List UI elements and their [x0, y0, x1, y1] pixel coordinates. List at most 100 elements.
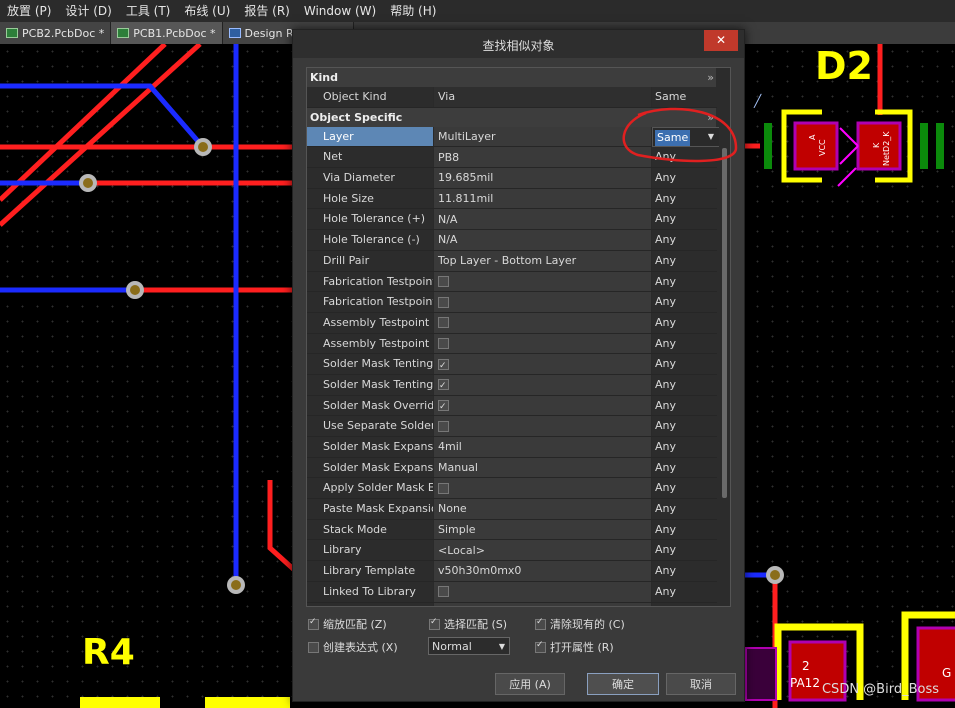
- tab-pcb1[interactable]: PCB1.PcbDoc *: [111, 22, 223, 44]
- property-checkbox: [438, 398, 449, 415]
- property-row[interactable]: Solder Mask Tenting - BAny: [307, 374, 717, 396]
- select-matching-label: 选择匹配 (S): [444, 618, 508, 631]
- match-option[interactable]: Any: [651, 168, 721, 188]
- mask-mode-select[interactable]: Normal ▼: [428, 637, 510, 655]
- open-properties-checkbox[interactable]: [535, 640, 546, 653]
- property-row[interactable]: Stack Mode Simple Any: [307, 519, 717, 541]
- match-option[interactable]: Any: [651, 540, 721, 561]
- match-option[interactable]: Any: [651, 416, 721, 436]
- property-value: [433, 395, 651, 416]
- tab-label: PCB2.PcbDoc *: [22, 26, 105, 40]
- property-row[interactable]: Solder Mask Expansion4milAny: [307, 437, 717, 458]
- close-button[interactable]: ✕: [704, 30, 738, 51]
- property-row[interactable]: Library Template v50h30m0mx0 Any: [307, 561, 717, 582]
- menu-tools[interactable]: 工具 (T): [119, 0, 178, 22]
- property-row[interactable]: Solder Mask OverrideAny: [307, 395, 717, 417]
- property-name: Net: [323, 150, 343, 164]
- match-option[interactable]: Any: [651, 457, 721, 478]
- red-annotation-circle: [622, 107, 738, 163]
- property-row[interactable]: Assembly Testpoint - ToAny: [307, 312, 717, 334]
- property-row[interactable]: Solder Mask ExpansionManualAny: [307, 457, 717, 479]
- match-option[interactable]: Any: [651, 230, 721, 250]
- scrollbar-thumb[interactable]: [722, 148, 727, 498]
- property-row[interactable]: Drill Pair Top Layer - Bottom Layer Any: [307, 250, 717, 272]
- property-name: Fabrication Testpoint - B: [323, 295, 433, 309]
- match-option[interactable]: Any: [651, 188, 721, 209]
- property-row[interactable]: Hole Tolerance (+) N/A Any: [307, 209, 717, 231]
- clear-existing-checkbox[interactable]: [535, 617, 546, 630]
- open-properties-option[interactable]: 打开属性 (R): [535, 639, 614, 655]
- match-option[interactable]: Any: [651, 271, 721, 292]
- open-properties-label: 打开属性 (R): [550, 641, 614, 654]
- match-option[interactable]: Any: [651, 209, 721, 230]
- match-option[interactable]: Any: [651, 499, 721, 519]
- property-name: Hole Tolerance (+): [323, 212, 426, 226]
- property-checkbox: [438, 275, 449, 287]
- match-option[interactable]: Any: [651, 333, 721, 354]
- create-expression-option[interactable]: 创建表达式 (X): [308, 639, 398, 655]
- match-option[interactable]: Any: [651, 374, 721, 395]
- match-option[interactable]: Any: [651, 561, 721, 581]
- property-value: [433, 478, 651, 499]
- property-checkbox: [438, 357, 449, 374]
- ok-button[interactable]: 确定: [587, 673, 659, 695]
- match-option[interactable]: Any: [651, 250, 721, 271]
- property-row[interactable]: Hole Tolerance (-) N/A Any: [307, 230, 717, 251]
- select-matching-checkbox[interactable]: [429, 617, 440, 630]
- section-kind[interactable]: Kind »: [307, 68, 716, 87]
- property-value: [433, 354, 651, 374]
- match-option[interactable]: Any: [651, 519, 721, 540]
- property-row[interactable]: Solder Mask Tenting - TAny: [307, 354, 717, 375]
- zoom-matching-checkbox[interactable]: [308, 617, 319, 630]
- collapse-icon[interactable]: »: [707, 68, 714, 87]
- property-row[interactable]: Custom Thermal ReliefAny: [307, 602, 717, 606]
- match-option[interactable]: Any: [651, 395, 721, 416]
- property-row[interactable]: Apply Solder Mask ExpaAny: [307, 478, 717, 500]
- menu-help[interactable]: 帮助 (H): [383, 0, 443, 22]
- menu-design[interactable]: 设计 (D): [58, 0, 118, 22]
- property-checkbox: [438, 296, 449, 308]
- apply-button[interactable]: 应用 (A): [495, 673, 565, 695]
- property-row[interactable]: Library <Local> Any: [307, 540, 717, 562]
- dialog-titlebar[interactable]: 查找相似对象 ✕: [293, 30, 744, 58]
- menu-reports[interactable]: 报告 (R): [237, 0, 297, 22]
- property-value: Top Layer - Bottom Layer: [433, 250, 651, 271]
- match-option[interactable]: Any: [651, 602, 721, 606]
- property-row[interactable]: Hole Size 11.811mil Any: [307, 188, 717, 210]
- property-name: Assembly Testpoint - Bo: [323, 336, 433, 350]
- select-matching-option[interactable]: 选择匹配 (S): [429, 616, 507, 632]
- tab-pcb2[interactable]: PCB2.PcbDoc *: [0, 22, 112, 44]
- section-kind-label: Kind: [310, 71, 338, 84]
- property-name: Solder Mask Tenting - T: [323, 357, 433, 371]
- pad-label-vcc: VCC: [818, 139, 827, 156]
- match-option[interactable]: Any: [651, 478, 721, 499]
- menu-place[interactable]: 放置 (P): [0, 0, 58, 22]
- property-row[interactable]: Fabrication Testpoint - TAny: [307, 271, 717, 293]
- property-row[interactable]: Linked To Library Any: [307, 581, 717, 603]
- pcb-doc-icon: [6, 28, 18, 38]
- match-option[interactable]: Any: [651, 581, 721, 602]
- designator-d2: D2: [815, 44, 873, 88]
- route-icon[interactable]: ╱: [754, 94, 761, 108]
- property-row[interactable]: Fabrication Testpoint - BAny: [307, 292, 717, 313]
- property-checkbox: [438, 377, 449, 395]
- cancel-button[interactable]: 取消: [666, 673, 736, 695]
- match-option[interactable]: Any: [651, 354, 721, 374]
- property-checkbox: [438, 317, 449, 329]
- menu-window[interactable]: Window (W): [297, 0, 383, 22]
- property-row[interactable]: Paste Mask Expansion MNoneAny: [307, 499, 717, 520]
- property-row[interactable]: Assembly Testpoint - BoAny: [307, 333, 717, 355]
- create-expression-checkbox[interactable]: [308, 641, 319, 653]
- clear-existing-option[interactable]: 清除现有的 (C): [535, 616, 625, 632]
- menu-route[interactable]: 布线 (U): [177, 0, 237, 22]
- property-row[interactable]: Via Diameter 19.685mil Any: [307, 168, 717, 189]
- pad-label-k: K: [872, 142, 881, 148]
- property-value: Manual: [433, 457, 651, 478]
- property-name: Solder Mask Tenting - B: [323, 377, 433, 391]
- property-name: Solder Mask Expansion: [323, 460, 433, 474]
- match-option[interactable]: Any: [651, 312, 721, 333]
- zoom-matching-option[interactable]: 缩放匹配 (Z): [308, 616, 387, 632]
- match-option[interactable]: Any: [651, 437, 721, 457]
- match-option[interactable]: Any: [651, 292, 721, 312]
- property-row[interactable]: Use Separate Solder MaAny: [307, 416, 717, 437]
